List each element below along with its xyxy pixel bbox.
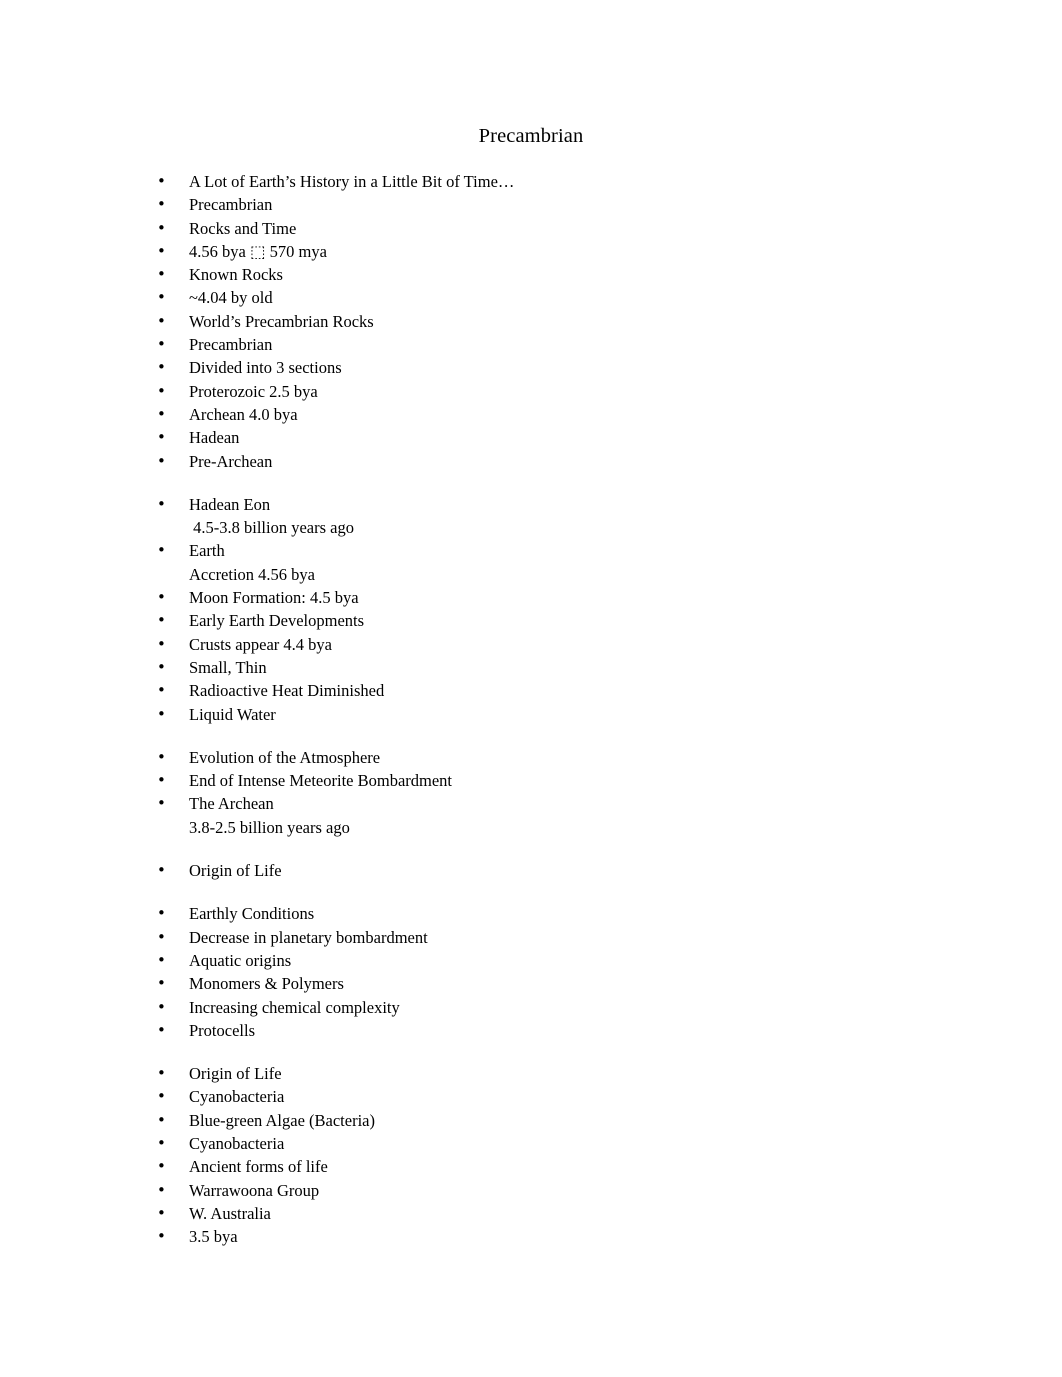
list-item-text: Moon Formation: 4.5 bya [189,588,359,608]
list-item-text: Increasing chemical complexity [189,997,400,1017]
list-item-text: W. Australia [189,1203,271,1223]
list-item: Ancient forms of life [0,1155,1062,1179]
bullet-section-cyanobacteria: Origin of Life Cyanobacteria Blue-green Al… [0,1062,1062,1249]
list-item: Monomers & Polymers [0,972,1062,996]
list-item: Small, Thin [0,656,1062,680]
list-item: Protocells [0,1019,1062,1043]
list-item: Decrease in planetary bombardment [0,926,1062,950]
list-item-text: Liquid Water [189,704,276,724]
list-item-subtext: Accretion 4.56 bya [189,564,315,584]
list-item-text: Decrease in planetary bombardment [189,927,428,947]
list-item-text: ~4.04 by old [189,288,273,308]
list-item-text: Blue-green Algae (Bacteria) [189,1110,375,1130]
list-item-text: Earth [189,541,225,561]
list-item: Blue-green Algae (Bacteria) [0,1109,1062,1133]
list-item-subtext: 3.8-2.5 billion years ago [189,817,350,837]
list-item: 4.56 bya ⬚ 570 mya [0,240,1062,264]
list-item: Cyanobacteria [0,1085,1062,1109]
list-item-text: 3.5 bya [189,1227,238,1247]
list-item-text: Aquatic origins [189,950,292,970]
list-item-text: Crusts appear 4.4 bya [189,634,332,654]
list-item-text: Evolution of the Atmosphere [189,747,381,767]
list-item: Early Earth Developments [0,609,1062,633]
list-item: Precambrian [0,193,1062,217]
list-item: Aquatic origins [0,949,1062,973]
list-item-text: Protocells [189,1020,255,1040]
list-item: ~4.04 by old [0,286,1062,310]
list-item: World’s Precambrian Rocks [0,310,1062,334]
list-item: Increasing chemical complexity [0,996,1062,1020]
list-item: Rocks and Time [0,217,1062,241]
list-item: Hadean Eon 4.5-3.8 billion years ago [0,493,1062,540]
list-item: A Lot of Earth’s History in a Little Bit… [0,170,1062,194]
list-item: End of Intense Meteorite Bombardment [0,769,1062,793]
list-item: W. Australia [0,1202,1062,1226]
bullet-section-earthly-conditions: Earthly Conditions Decrease in planetary … [0,902,1062,1042]
list-item-text: Earthly Conditions [189,904,315,924]
list-item: Origin of Life [0,1062,1062,1086]
list-item: Archean 4.0 bya [0,403,1062,427]
list-item-text: Origin of Life [189,1064,282,1084]
list-item-text: Small, Thin [189,657,267,677]
bullet-section-intro: A Lot of Earth’s History in a Little Bit… [0,170,1062,473]
list-item: Origin of Life [0,859,1062,883]
list-item-text: Early Earth Developments [189,611,365,631]
list-item: Earthly Conditions [0,902,1062,926]
bullet-section-archean: Evolution of the Atmosphere End of Intens… [0,746,1062,839]
list-item-text: Cyanobacteria [189,1087,285,1107]
list-item: Precambrian [0,333,1062,357]
list-item: The Archean 3.8-2.5 billion years ago [0,792,1062,839]
list-item: Radioactive Heat Diminished [0,679,1062,703]
list-item: Known Rocks [0,263,1062,287]
document-page: Precambrian A Lot of Earth’s History in … [0,0,1062,1377]
list-item-text: Precambrian [189,195,273,215]
list-item-text: Pre-Archean [189,451,273,471]
list-item: 3.5 bya [0,1225,1062,1249]
list-item: Moon Formation: 4.5 bya [0,586,1062,610]
list-item-text: End of Intense Meteorite Bombardment [189,771,453,791]
list-item-text: Warrawoona Group [189,1180,320,1200]
list-item: Hadean [0,426,1062,450]
list-item: Evolution of the Atmosphere [0,746,1062,770]
list-item-text: Radioactive Heat Diminished [189,681,385,701]
list-item-text: Known Rocks [189,265,283,285]
bullet-section-hadean-eon: Hadean Eon 4.5-3.8 billion years agoEart… [0,493,1062,726]
list-item-text: Rocks and Time [189,218,297,238]
list-item-text: Archean 4.0 bya [189,404,298,424]
list-item-text: Divided into 3 sections [189,358,342,378]
list-item: Cyanobacteria [0,1132,1062,1156]
list-item-text: A Lot of Earth’s History in a Little Bit… [189,172,515,191]
page-title: Precambrian [478,125,584,147]
list-item-text: The Archean [189,794,274,814]
list-item-text: Hadean [189,428,240,448]
list-item-text: Proterozoic 2.5 bya [189,381,318,401]
list-item: Crusts appear 4.4 bya [0,633,1062,657]
bullet-list-container: A Lot of Earth’s History in a Little Bit… [0,170,1062,1249]
list-item: Earth Accretion 4.56 bya [0,539,1062,586]
list-item-text: Monomers & Polymers [189,974,344,994]
list-item-text: Precambrian [189,335,273,355]
list-item: Warrawoona Group [0,1179,1062,1203]
list-item-text: 4.56 bya ⬚ 570 mya [189,241,327,261]
document-body: A Lot of Earth’s History in a Little Bit… [0,170,1062,1249]
list-item: Pre-Archean [0,450,1062,474]
list-item-text: Origin of Life [189,861,282,881]
list-item: Liquid Water [0,703,1062,727]
list-item-subtext: 4.5-3.8 billion years ago [189,518,354,538]
list-item-text: World’s Precambrian Rocks [189,311,374,331]
list-item: Proterozoic 2.5 bya [0,380,1062,404]
list-item: Divided into 3 sections [0,356,1062,380]
list-item-text: Hadean Eon [189,494,271,514]
list-item-text: Cyanobacteria [189,1133,285,1153]
bullet-section-origin-of-life-heading: Origin of Life [0,859,1062,883]
list-item-text: Ancient forms of life [189,1157,328,1177]
